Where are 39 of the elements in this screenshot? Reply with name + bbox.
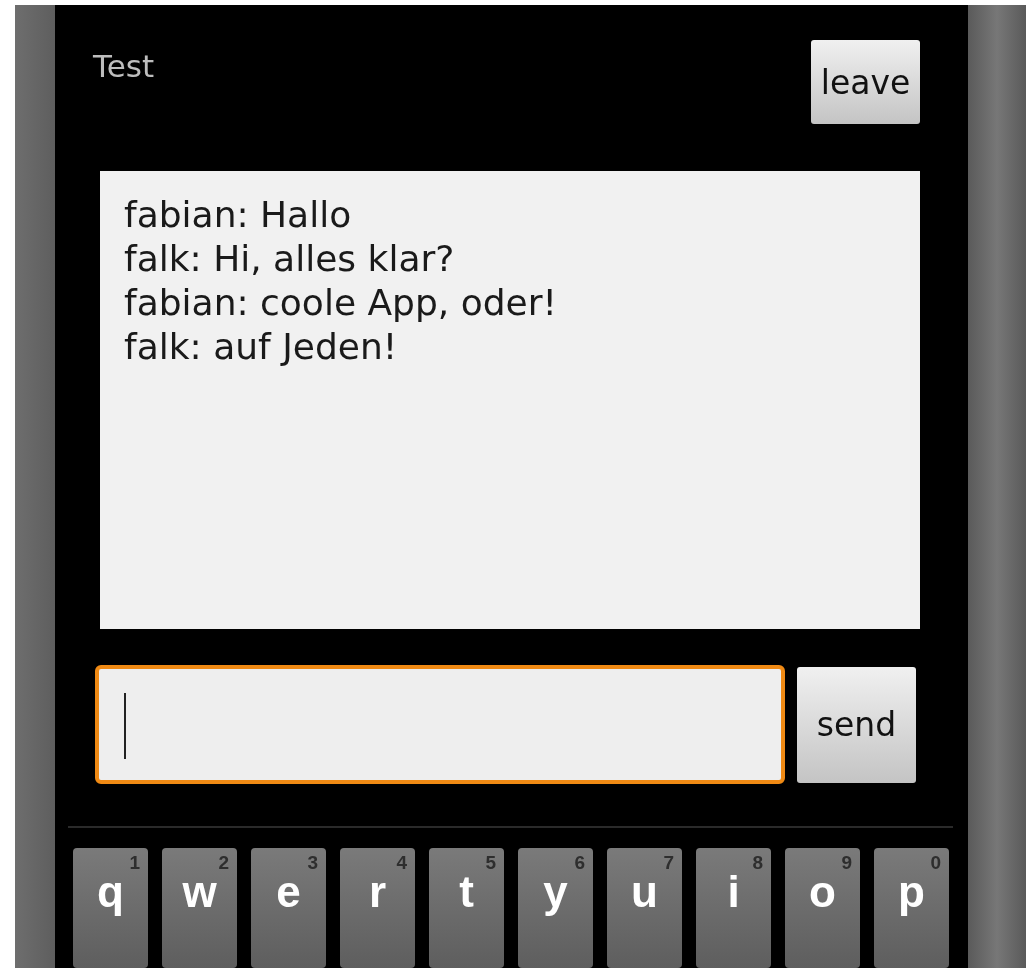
key-letter: e [276,870,301,918]
send-button[interactable]: send [797,666,916,783]
key-letter: i [727,870,740,918]
chat-message: fabian: coole App, oder! [124,281,558,326]
chat-title: Test [93,48,155,84]
keyboard-key[interactable]: 1 q [73,848,148,968]
keyboard-key[interactable]: 6 y [518,848,593,968]
keyboard-key[interactable]: 0 p [874,848,949,968]
key-digit: 3 [307,852,318,874]
key-letter: q [97,870,124,918]
key-digit: 2 [218,852,229,874]
key-digit: 4 [396,852,407,874]
chat-message: fabian: Hallo [124,193,353,238]
keyboard-key[interactable]: 7 u [607,848,682,968]
message-field[interactable] [95,665,785,785]
key-digit: 0 [930,852,941,874]
keyboard-key[interactable]: 9 o [785,848,860,968]
keyboard-key[interactable]: 3 e [251,848,326,968]
key-letter: w [182,870,217,918]
key-digit: 5 [485,852,496,874]
key-digit: 1 [129,852,140,874]
key-letter: p [898,870,925,918]
chat-message: falk: Hi, alles klar? [124,237,456,282]
keyboard-key[interactable]: 4 r [340,848,415,968]
chat-message: falk: auf Jeden! [124,325,399,370]
key-letter: u [631,870,658,918]
key-letter: r [368,870,387,918]
key-digit: 6 [574,852,585,874]
key-letter: t [459,870,474,918]
keyboard-key[interactable]: 2 w [162,848,237,968]
keyboard-key[interactable]: 8 i [696,848,771,968]
key-letter: o [809,870,836,918]
key-digit: 7 [663,852,674,874]
key-digit: 8 [752,852,763,874]
key-letter: y [543,870,568,918]
keyboard-key[interactable]: 5 t [429,848,504,968]
text-cursor [124,693,126,760]
leave-button[interactable]: leave [811,40,920,124]
key-digit: 9 [841,852,852,874]
